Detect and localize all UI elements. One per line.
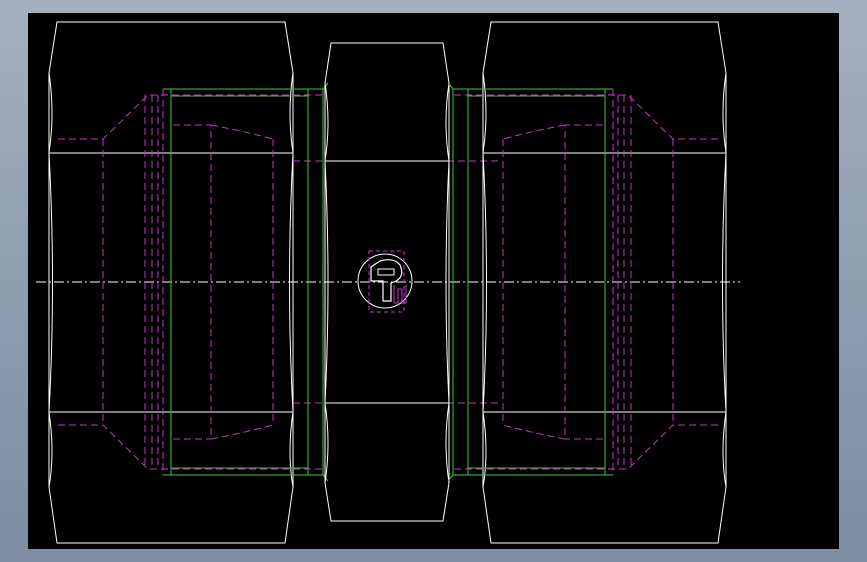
cad-viewport[interactable] bbox=[28, 13, 839, 549]
fitting-drawing bbox=[36, 21, 740, 544]
